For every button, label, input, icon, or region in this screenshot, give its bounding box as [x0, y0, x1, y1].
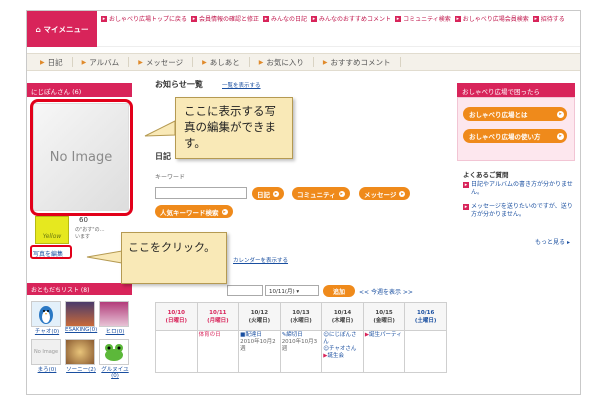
callout-bottom: ここをクリック。 [121, 232, 227, 284]
callout-pointers [86, 120, 176, 264]
callout-pointer-bottom [86, 250, 123, 264]
callout-text: ここをクリック。 [128, 241, 216, 254]
callout-top: ここに表示する写真の編集ができます。 [175, 97, 293, 159]
callout-text: ここに表示する写真の編集ができます。 [184, 104, 276, 150]
callout-pointer-top [144, 120, 176, 137]
browser-page: ⌂ マイメニュー ▸ おしゃべり広場トップに戻る ▸ 会員情報の確認と修正 ▸ みんな… [26, 10, 581, 395]
